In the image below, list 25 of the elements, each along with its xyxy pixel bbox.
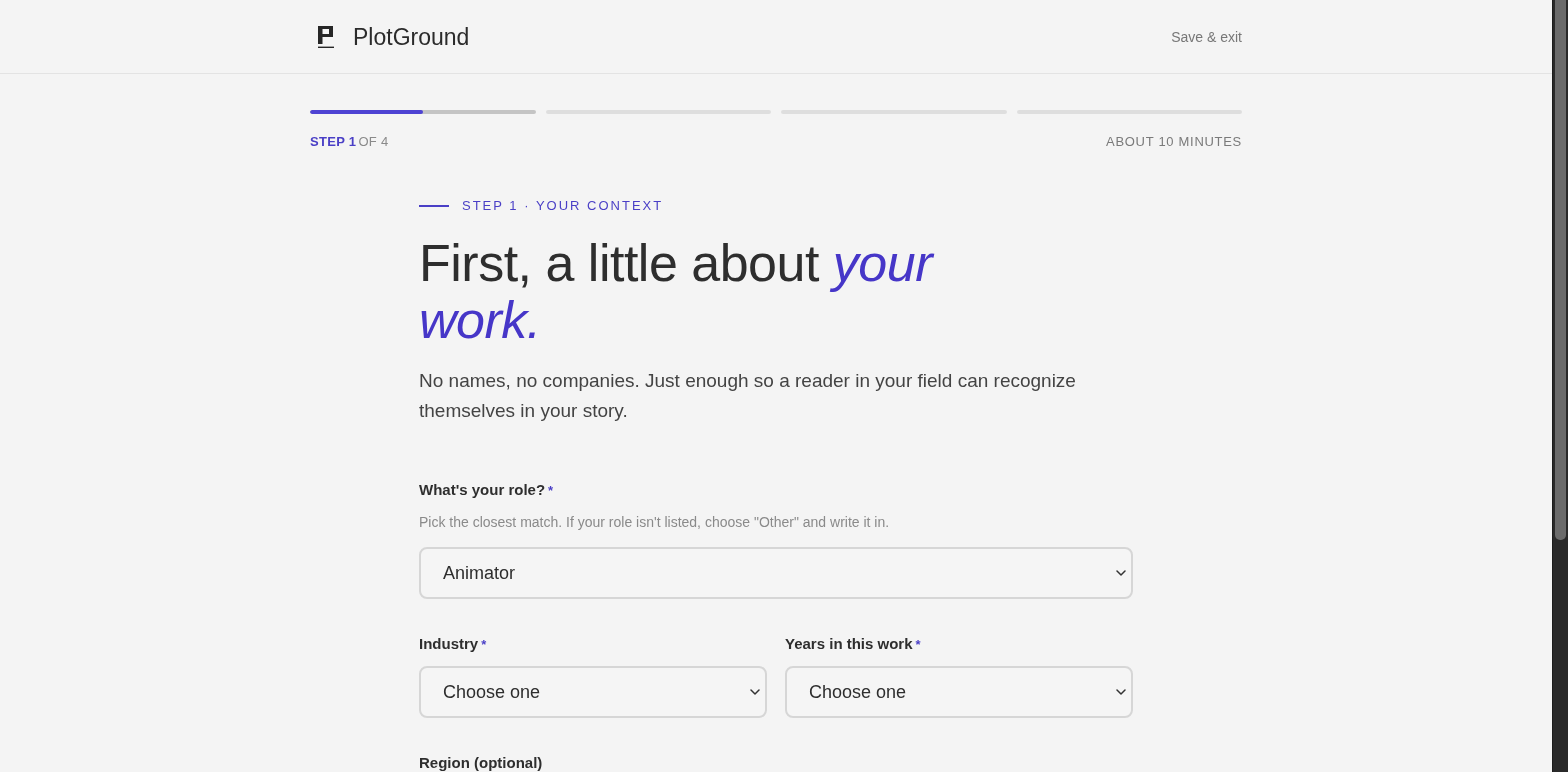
select-field[interactable]: Animator (419, 547, 1133, 599)
page-heading: First, a little about your work. (419, 235, 949, 349)
chevron-down-icon (750, 689, 760, 695)
field-label: Industry (419, 634, 479, 653)
accent-line (419, 205, 449, 207)
required-mark: * (548, 482, 554, 500)
save-exit-link[interactable]: Save & exit (1171, 27, 1242, 46)
required-mark: * (915, 636, 921, 654)
time-estimate: ABOUT 10 MINUTES (1106, 134, 1242, 150)
field-label: Years in this work (785, 634, 913, 653)
select-field[interactable]: Choose one (419, 666, 767, 718)
field-label: What's your role? (419, 480, 546, 499)
intro-paragraph: No names, no companies. Just enough so a reader in your field can recognize themselves in your story. (419, 369, 1077, 423)
eyebrow-text: STEP 1 · YOUR CONTEXT (462, 198, 664, 214)
logo-icon (318, 25, 334, 48)
chevron-down-icon (1116, 689, 1126, 695)
step-total: OF 4 (358, 134, 389, 149)
chevron-down-icon (1116, 570, 1126, 576)
scrollbar-thumb[interactable] (1555, 0, 1566, 540)
select-field[interactable]: Choose one (785, 666, 1133, 718)
required-mark: * (481, 636, 487, 654)
field-hint: Pick the closest match. If your role isn't listed, choose "Other" and write it in. (419, 513, 891, 531)
step-label: STEP 1 (310, 134, 357, 149)
field-label: Region (optional) (419, 753, 543, 772)
brand-name: PlotGround (353, 22, 470, 51)
